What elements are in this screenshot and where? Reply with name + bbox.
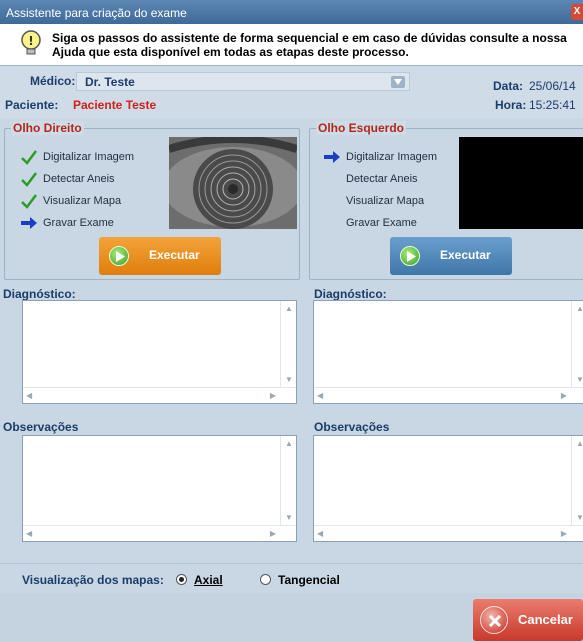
arrow-right-icon [21, 217, 37, 229]
paciente-value: Paciente Teste [73, 98, 157, 112]
step-label: Detectar Aneis [43, 173, 115, 185]
data-value: 25/06/14 [529, 79, 576, 93]
vertical-scrollbar[interactable]: ▲ ▼ [280, 436, 296, 525]
radio-dot[interactable] [176, 574, 187, 585]
observacoes-left-textarea[interactable]: ▲ ▼ ◀ ▶ [313, 435, 583, 542]
left-step-digitalizar: Digitalizar Imagem [323, 149, 473, 165]
execute-label: Executar [149, 248, 200, 262]
right-step-detectar: Detectar Aneis [20, 171, 170, 187]
left-execute-button[interactable]: Executar [390, 237, 512, 275]
title-bar: Assistente para criação do exame X [0, 0, 583, 24]
step-label: Gravar Exame [43, 217, 114, 229]
step-label: Digitalizar Imagem [346, 151, 438, 163]
right-eye-title: Olho Direito [11, 121, 84, 135]
step-label: Digitalizar Imagem [43, 151, 135, 163]
observacoes-right-textarea[interactable]: ▲ ▼ ◀ ▶ [22, 435, 297, 542]
right-step-digitalizar: Digitalizar Imagem [20, 149, 170, 165]
play-icon [109, 246, 129, 266]
horizontal-scrollbar[interactable]: ◀ ▶ [314, 525, 583, 541]
right-eye-image [169, 137, 297, 229]
medico-select[interactable]: Dr. Teste [76, 72, 410, 91]
view-mode-bar: Visualização dos mapas: Axial Tangencial [0, 563, 583, 593]
vertical-scrollbar[interactable]: ▲ ▼ [571, 436, 583, 525]
close-icon[interactable]: X [574, 6, 581, 17]
left-step-detectar: Detectar Aneis [323, 171, 473, 187]
hora-value: 15:25:41 [529, 98, 576, 112]
diagnostico-right-title: Diagnóstico: [3, 287, 76, 301]
horizontal-scrollbar[interactable]: ◀ ▶ [23, 387, 296, 403]
observacoes-left-title: Observações [314, 420, 390, 434]
step-label: Gravar Exame [346, 217, 417, 229]
right-step-gravar: Gravar Exame [20, 215, 170, 231]
info-text: Siga os passos do assistente de forma se… [52, 31, 567, 59]
paciente-label: Paciente: [5, 98, 59, 112]
radio-tangencial[interactable]: Tangencial [260, 573, 350, 587]
exam-header: Médico: Dr. Teste Data: 25/06/14 Pacient… [0, 66, 583, 118]
right-step-visualizar: Visualizar Mapa [20, 193, 170, 209]
radio-dot[interactable] [260, 574, 271, 585]
left-eye-image [459, 137, 583, 229]
diagnostico-left-title: Diagnóstico: [314, 287, 387, 301]
diagnostico-right-textarea[interactable]: ▲ ▼ ◀ ▶ [22, 300, 297, 404]
lightbulb-icon: ! [21, 30, 41, 55]
radio-axial[interactable]: Axial [176, 573, 236, 587]
chevron-down-icon[interactable] [391, 76, 405, 88]
vertical-scrollbar[interactable]: ▲ ▼ [571, 301, 583, 387]
hora-label: Hora: [495, 98, 527, 112]
step-label: Visualizar Mapa [346, 195, 425, 207]
footer: Cancelar [0, 593, 583, 642]
left-eye-group: Olho Esquerdo Digitalizar Imagem Detecta… [309, 121, 583, 280]
view-mode-label: Visualização dos mapas: [22, 573, 164, 587]
right-execute-button[interactable]: Executar [99, 237, 221, 275]
left-step-gravar: Gravar Exame [323, 215, 473, 231]
check-icon [21, 172, 37, 187]
data-label: Data: [493, 79, 524, 93]
horizontal-scrollbar[interactable]: ◀ ▶ [314, 387, 583, 403]
medico-label: Médico: [30, 74, 76, 88]
radio-tangencial-label: Tangencial [278, 573, 340, 587]
step-label: Detectar Aneis [346, 173, 418, 185]
radio-axial-label: Axial [194, 573, 223, 587]
vertical-scrollbar[interactable]: ▲ ▼ [280, 301, 296, 387]
observacoes-right-title: Observações [3, 420, 79, 434]
left-step-visualizar: Visualizar Mapa [323, 193, 473, 209]
cancel-button[interactable]: Cancelar [473, 599, 583, 641]
info-line-2: Ajuda que esta disponível em todas as et… [52, 45, 409, 59]
close-button[interactable]: X [571, 4, 583, 20]
cancel-label: Cancelar [518, 612, 573, 627]
check-icon [21, 194, 37, 209]
right-eye-group: Olho Direito Digitalizar Imagem Detectar… [4, 121, 300, 280]
horizontal-scrollbar[interactable]: ◀ ▶ [23, 525, 296, 541]
medico-value: Dr. Teste [85, 75, 135, 89]
info-line-1: Siga os passos do assistente de forma se… [52, 31, 567, 45]
window-title: Assistente para criação do exame [6, 6, 187, 20]
play-icon [400, 246, 420, 266]
check-icon [21, 150, 37, 165]
step-label: Visualizar Mapa [43, 195, 122, 207]
diagnostico-left-textarea[interactable]: ▲ ▼ ◀ ▶ [313, 300, 583, 404]
svg-text:!: ! [28, 34, 33, 48]
left-eye-title: Olho Esquerdo [316, 121, 407, 135]
cancel-icon [480, 606, 508, 634]
arrow-right-icon [324, 151, 340, 163]
exam-wizard-window: Assistente para criação do exame X ! Sig… [0, 0, 583, 642]
info-banner: ! Siga os passos do assistente de forma … [0, 24, 583, 66]
execute-label: Executar [440, 248, 491, 262]
